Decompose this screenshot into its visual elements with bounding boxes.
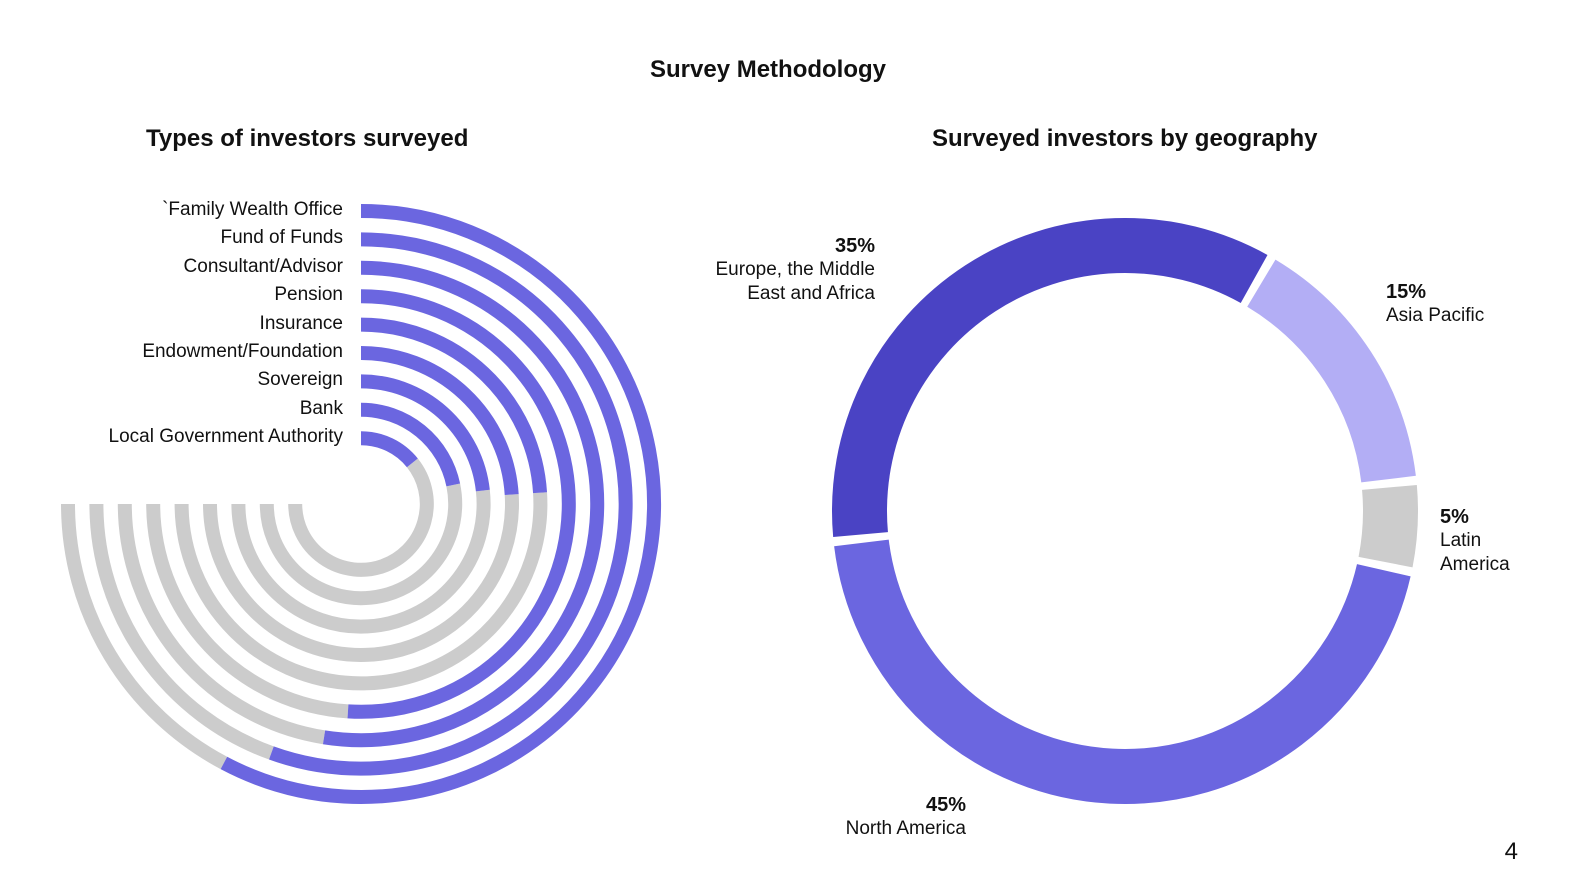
slice-pct: 45% — [925, 794, 966, 816]
page-number: 4 — [1504, 838, 1518, 865]
donut-slice — [1358, 484, 1418, 568]
radial-bar — [360, 431, 418, 468]
radial-category-label: Insurance — [259, 312, 343, 334]
slice-name: Europe, the Middle East and Africa — [715, 259, 876, 304]
slice-name: Latin America — [1440, 530, 1510, 575]
donut-slice — [1246, 259, 1416, 483]
donut-slice — [832, 218, 1268, 538]
slice-label-latam: 5% Latin America — [1440, 505, 1510, 577]
radial-category-label: `Family Wealth Office — [162, 199, 343, 220]
slice-pct: 35% — [834, 235, 875, 257]
radial-category-label: Consultant/Advisor — [183, 255, 343, 277]
radial-category-label: Endowment/Foundation — [142, 341, 343, 362]
radial-category-label: Pension — [274, 284, 343, 306]
radial-track — [288, 458, 434, 577]
radial-category-label: Bank — [299, 397, 343, 419]
radial-bar — [360, 402, 461, 487]
slice-label-na: 45% North America — [846, 793, 966, 841]
radial-category-label: Fund of Funds — [220, 227, 343, 249]
slice-pct: 5% — [1440, 506, 1469, 528]
slice-name: Asia Pacific — [1386, 305, 1485, 326]
donut-slice — [834, 539, 1411, 804]
radial-category-label: Local Government Authority — [108, 426, 343, 448]
radial-category-label: Sovereign — [257, 369, 343, 391]
slice-pct: 15% — [1386, 281, 1427, 303]
slice-name: North America — [845, 818, 966, 839]
slice-label-asia: 15% Asia Pacific — [1386, 280, 1484, 328]
radial-track — [231, 489, 491, 634]
slice-label-emea: 35% Europe, the Middle East and Africa — [716, 234, 876, 306]
